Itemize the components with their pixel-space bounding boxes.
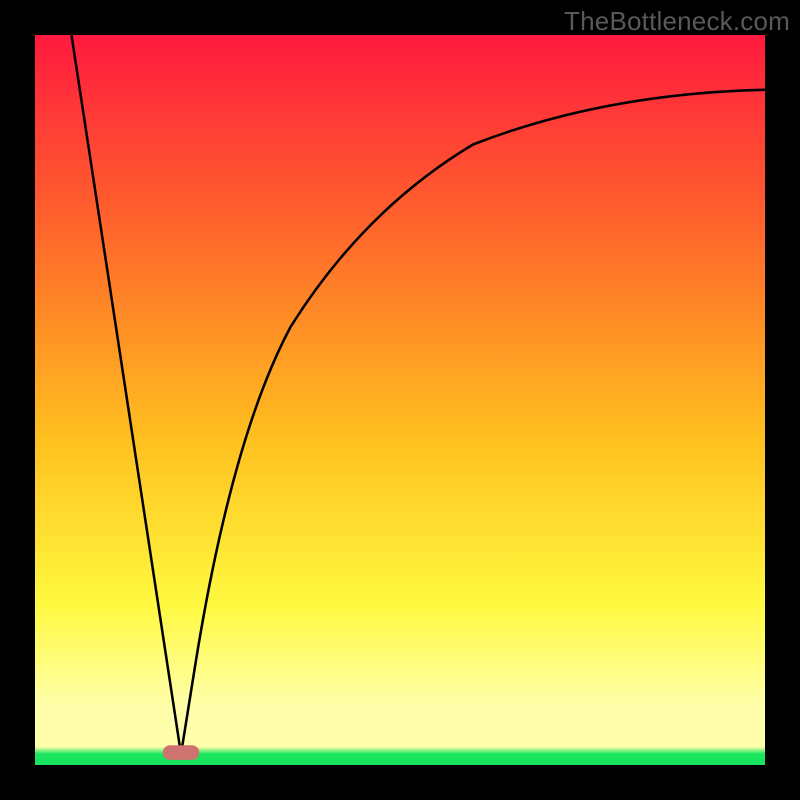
- bottleneck-chart: [35, 35, 765, 765]
- minimum-marker: [163, 745, 200, 760]
- chart-frame: TheBottleneck.com: [0, 0, 800, 800]
- watermark-text: TheBottleneck.com: [564, 6, 790, 37]
- plot-background: [35, 35, 765, 765]
